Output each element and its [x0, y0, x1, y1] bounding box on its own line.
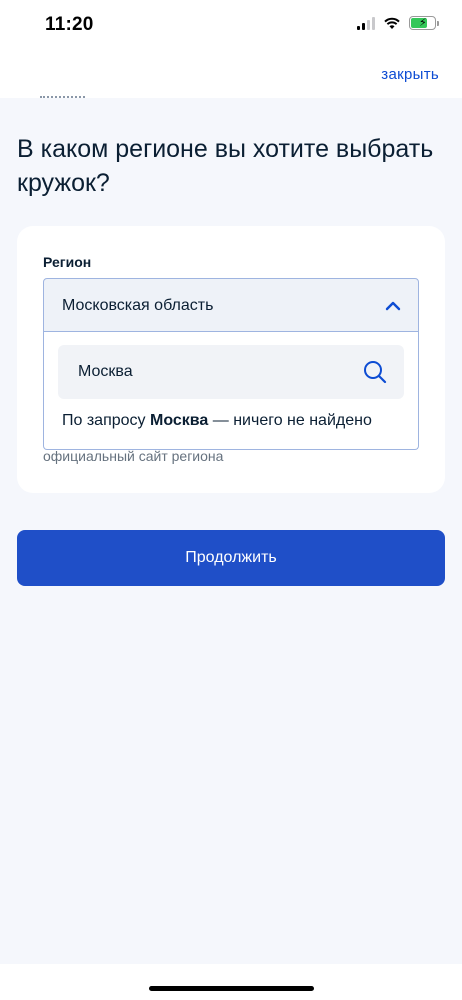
- cellular-signal-icon: [357, 16, 375, 30]
- region-search-value: Москва: [78, 363, 133, 380]
- scrolled-content-remnant: [40, 94, 100, 100]
- status-icons: ⚡: [357, 16, 439, 30]
- status-bar: 11:20 ⚡: [0, 0, 462, 54]
- no-results-suffix: — ничего не найдено: [208, 412, 372, 429]
- home-indicator[interactable]: [149, 986, 314, 991]
- no-results-message: По запросу Москва — ничего не найдено: [62, 412, 372, 430]
- region-dropdown: Москва По запросу Москва — ничего не най…: [43, 332, 419, 450]
- region-search-input[interactable]: Москва: [58, 345, 404, 399]
- status-time: 11:20: [45, 14, 94, 35]
- region-card: Регион официальный сайт региона Московск…: [17, 226, 445, 493]
- region-hint-text: официальный сайт региона: [43, 448, 224, 464]
- region-select-value: Московская область: [62, 297, 214, 314]
- chevron-up-icon[interactable]: [384, 299, 402, 313]
- no-results-query: Москва: [149, 412, 209, 429]
- battery-charging-icon: ⚡: [409, 16, 439, 30]
- wifi-icon: [384, 17, 400, 29]
- region-field-label: Регион: [43, 254, 92, 270]
- region-select[interactable]: Московская область: [43, 278, 419, 332]
- continue-button[interactable]: Продолжить: [17, 530, 445, 586]
- close-link[interactable]: закрыть: [381, 66, 439, 83]
- home-bar-area: [0, 964, 462, 1000]
- search-icon[interactable]: [362, 359, 388, 385]
- no-results-prefix: По запросу: [62, 412, 150, 429]
- page-title: В каком регионе вы хотите выбрать кружок…: [17, 135, 434, 197]
- top-navigation-bar: закрыть: [0, 54, 462, 98]
